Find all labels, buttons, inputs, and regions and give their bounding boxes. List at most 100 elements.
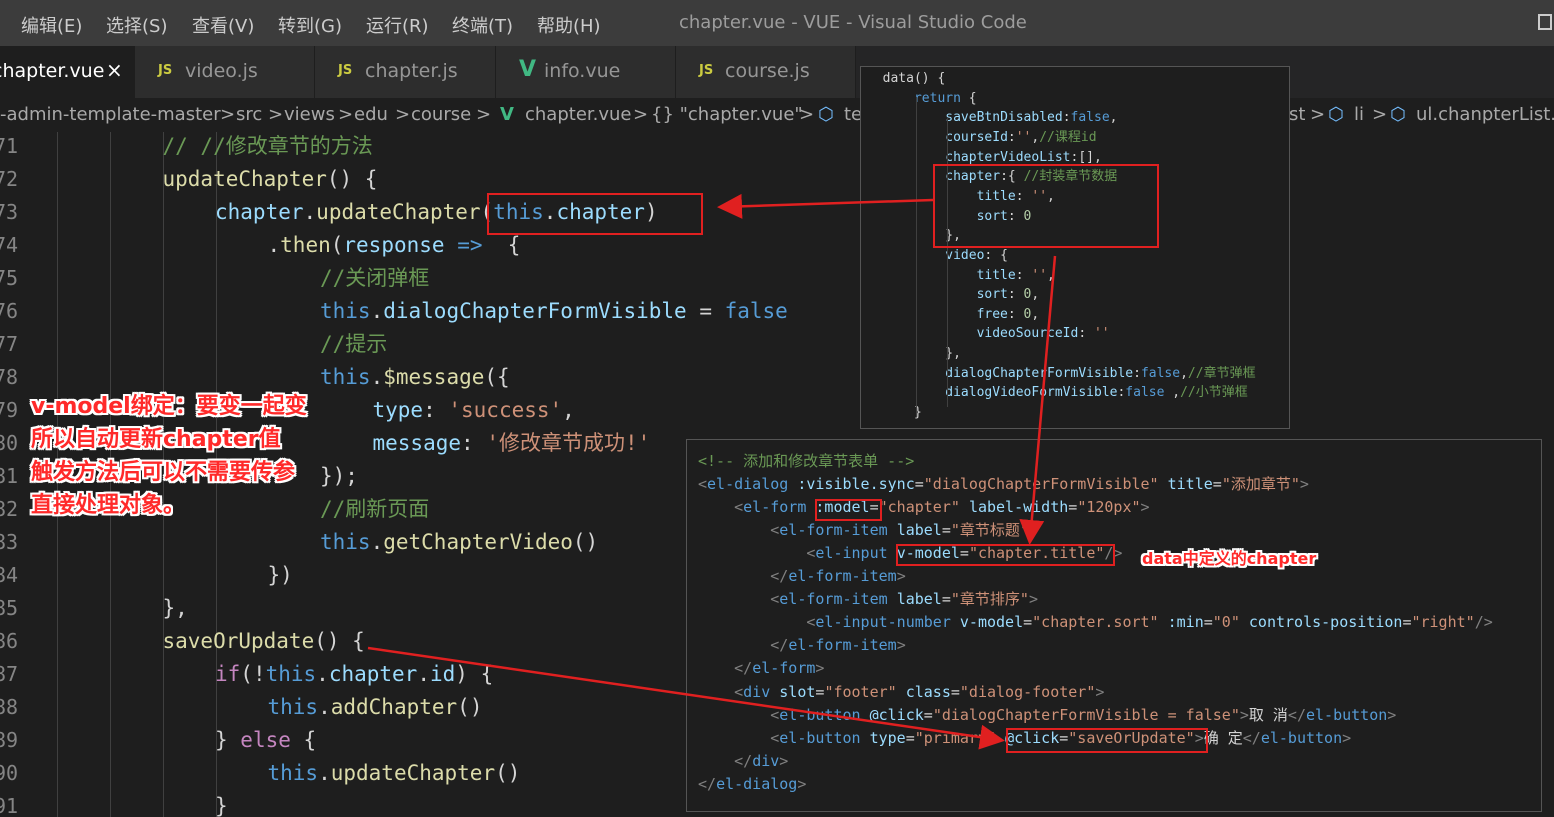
code-token: > (1299, 475, 1309, 494)
line-number: 84 (0, 563, 19, 587)
code-token: "right" (1411, 613, 1475, 632)
menu-selection[interactable]: 选择(S) (106, 12, 167, 38)
code-line[interactable]: 76 this.dialogChapterFormVisible = false (0, 295, 1554, 328)
vue-icon: V (500, 104, 514, 125)
code-token: el-input (815, 544, 888, 563)
menu-help[interactable]: 帮助(H) (537, 12, 601, 38)
menu-run[interactable]: 运行(R) (366, 12, 429, 38)
code-token: . (318, 695, 331, 719)
code-text: message: '修改章节成功!' (373, 427, 651, 460)
breadcrumb-item[interactable]: src (236, 104, 262, 125)
highlight-chapter-data (933, 164, 1159, 248)
menu-terminal[interactable]: 终端(T) (452, 12, 513, 38)
js-icon: JS (338, 63, 353, 78)
code-token: }, (162, 596, 188, 620)
code-token: () { (326, 167, 378, 191)
tab-video-js[interactable]: JS video.js (135, 46, 315, 98)
tab-chapter-vue[interactable]: chapter.vue × (0, 46, 135, 98)
breadcrumb-item[interactable]: course (411, 104, 471, 125)
code-text: // //修改章节的方法 (163, 132, 373, 163)
code-token: < (770, 728, 780, 747)
code-token: label (896, 521, 942, 540)
breadcrumb-item[interactable]: ul.chanpterList.v (1416, 104, 1554, 125)
code-token: : (423, 398, 449, 422)
code-token: : (461, 431, 487, 455)
code-token: { (960, 90, 977, 106)
breadcrumb-item[interactable]: st (1289, 104, 1305, 125)
tab-label: chapter.js (365, 60, 458, 82)
menu-go[interactable]: 转到(G) (278, 12, 342, 38)
code-text: this.$message({ (320, 361, 510, 394)
code-token: 确 定 (1203, 728, 1243, 747)
code-line: title: '', (867, 266, 1055, 286)
note-line: 所以自动更新chapter值 (31, 427, 281, 452)
code-token: controls-position (1248, 613, 1403, 632)
close-icon[interactable]: × (106, 58, 123, 82)
code-token: > (815, 659, 825, 678)
code-token: el-button (779, 728, 861, 747)
code-line[interactable]: 73 chapter.updateChapter(this.chapter) (0, 196, 1554, 229)
breadcrumb-separator: > (476, 104, 492, 125)
code-token: if (215, 662, 241, 686)
code-line[interactable]: 75 //关闭弹框 (0, 262, 1554, 295)
breadcrumb-item[interactable]: li (1354, 104, 1364, 125)
code-token: }) (267, 563, 293, 587)
code-line[interactable]: 72 updateChapter() { (0, 163, 1554, 196)
code-line[interactable]: 71 // //修改章节的方法 (0, 132, 1554, 163)
vue-icon: V (519, 57, 537, 82)
data-note: data中定义的chapter (1142, 549, 1317, 568)
tab-label: info.vue (544, 60, 621, 82)
indent-guide (947, 117, 948, 407)
code-token: = (950, 682, 960, 701)
menu-edit[interactable]: 编辑(E) (21, 12, 82, 38)
tab-course-js[interactable]: JS course.js (676, 46, 856, 98)
code-token: false (724, 299, 788, 323)
layout-icon[interactable] (1538, 14, 1552, 30)
code-token: /> (1474, 613, 1493, 632)
code-token: this (265, 662, 317, 686)
tab-chapter-js[interactable]: JS chapter.js (315, 46, 496, 98)
menu-view[interactable]: 查看(V) (192, 12, 254, 38)
code-token: v-model (959, 613, 1024, 632)
code-token: el-form (752, 659, 816, 678)
code-token: "章节标题" (950, 521, 1029, 540)
code-token: </ (698, 774, 717, 793)
code-line: free: 0, (867, 305, 1040, 325)
line-number: 82 (0, 497, 19, 521)
code-line[interactable]: 74 .then(response => { (0, 229, 1554, 262)
breadcrumb-item[interactable]: {} "chapter.vue" (651, 104, 803, 125)
code-token: . (370, 299, 384, 323)
code-token: div (752, 751, 780, 770)
breadcrumb-item[interactable]: -admin-template-master (0, 104, 221, 125)
code-token: , (1047, 267, 1055, 283)
breadcrumb-item[interactable]: chapter.vue (525, 104, 632, 125)
code-text: this.updateChapter() (268, 757, 521, 790)
code-token: { (482, 233, 521, 257)
breadcrumb-separator: > (1372, 104, 1388, 125)
breadcrumb-item[interactable]: edu (354, 104, 388, 125)
code-line: </el-form-item> (698, 634, 905, 657)
code-token: "dialogChapterFormVisible = false" (932, 705, 1240, 724)
highlight-this-chapter (487, 193, 703, 235)
breadcrumb-item[interactable]: views (284, 104, 335, 125)
code-token: : (1007, 287, 1024, 303)
code-line[interactable]: 77 //提示 (0, 328, 1554, 361)
code-token: el-form-item (779, 590, 888, 609)
code-token: : (1078, 326, 1094, 342)
code-token: : (1007, 306, 1024, 322)
tab-info-vue[interactable]: V info.vue (496, 46, 676, 98)
code-line: dialogVideoFormVisible:false ,//小节弹框 (867, 383, 1247, 403)
code-text: }); (320, 460, 358, 493)
code-line: </el-dialog> (698, 773, 806, 796)
code-text: //提示 (320, 328, 387, 361)
code-line: <!-- 添加和修改章节表单 --> (698, 450, 914, 473)
code-token: then (280, 233, 331, 257)
code-token: "chapter.sort" (1032, 613, 1159, 632)
